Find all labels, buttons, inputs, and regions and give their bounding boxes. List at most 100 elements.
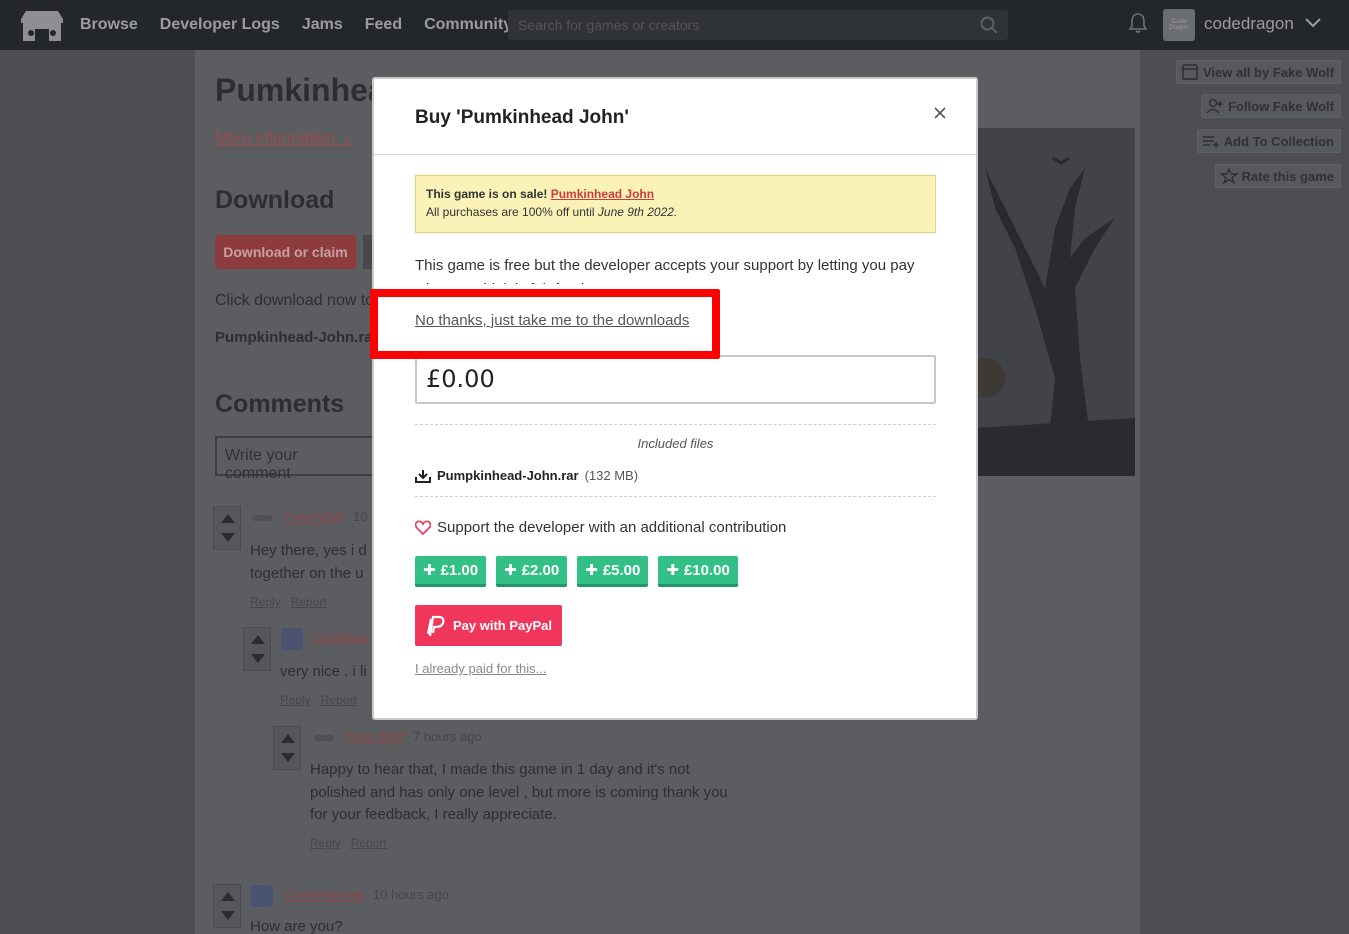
commenter-avatar[interactable] — [252, 515, 272, 521]
comment-input[interactable]: Write your comment — [215, 436, 375, 482]
modal-description: This game is free but the developer acce… — [415, 257, 915, 284]
add-list-icon — [1202, 136, 1219, 148]
already-paid-link[interactable]: I already paid for this... — [415, 661, 547, 676]
commenter-avatar[interactable] — [314, 735, 334, 741]
paypal-icon — [426, 615, 445, 636]
vote-widget[interactable] — [243, 627, 271, 671]
click-download-text: Click download now to — [215, 292, 375, 309]
reply-link[interactable]: Reply — [280, 693, 311, 707]
modal-title: Buy 'Pumkinhead John' — [415, 107, 629, 128]
pay-with-paypal-button[interactable]: Pay with PayPal — [415, 605, 562, 646]
commenter-avatar[interactable] — [281, 628, 303, 650]
comment-body: How are you? — [250, 916, 343, 934]
view-all-by-author-button[interactable]: View all by Fake Wolf — [1175, 60, 1341, 84]
comment-line: for your feedback, I really appreciate. — [310, 806, 557, 823]
search-icon[interactable] — [980, 16, 998, 34]
comment-author[interactable]: OmioRah — [314, 630, 369, 645]
sale-link[interactable]: Pumkinhead John — [551, 187, 654, 201]
comment-author[interactable]: Fake Wolf — [345, 729, 403, 744]
download-heading: Download — [215, 186, 335, 214]
comment-author[interactable]: OmioRahman — [285, 887, 365, 902]
comment-time: 10 — [353, 509, 368, 524]
follow-author-button[interactable]: Follow Fake Wolf — [1201, 94, 1341, 118]
price-input[interactable]: £0.00 — [415, 355, 936, 404]
support-contribution: Support the developer with an additional… — [415, 519, 786, 536]
reply-link[interactable]: Reply — [310, 836, 341, 850]
divider — [415, 424, 936, 425]
tip-1-button[interactable]: ✚ £1.00 — [415, 556, 487, 587]
commenter-avatar[interactable] — [251, 885, 273, 907]
comment-author[interactable]: Fake Wolf — [285, 509, 343, 524]
report-link[interactable]: Report — [351, 836, 387, 850]
search-input[interactable]: Search for games or creators — [508, 10, 1008, 40]
search-placeholder: Search for games or creators — [518, 17, 700, 33]
buy-modal: Buy 'Pumkinhead John' This game is on sa… — [372, 77, 978, 720]
comment-actions: Reply Report — [310, 836, 397, 850]
username[interactable]: codedragon — [1204, 14, 1294, 34]
nav-browse[interactable]: Browse — [80, 16, 138, 34]
button-label: Rate this game — [1241, 168, 1334, 184]
file-name: Pumpkinhead-John.rar — [437, 468, 579, 483]
comment-line: Hey there, yes i d — [250, 542, 367, 559]
game-title: Pumkinhea — [215, 72, 386, 108]
sale-prefix: This game is on sale! — [426, 187, 548, 201]
comment-line: Happy to hear that, I made this game in … — [310, 761, 690, 778]
vote-widget[interactable] — [213, 884, 241, 928]
vote-widget[interactable] — [273, 726, 301, 770]
button-label: Add To Collection — [1223, 133, 1334, 149]
nav-feed[interactable]: Feed — [365, 16, 402, 34]
avatar-text: Code Dragon — [1169, 19, 1189, 31]
download-or-claim-button[interactable]: Download or claim — [215, 235, 356, 269]
plus-icon: ✚ — [585, 562, 598, 579]
comment-line: very nice . i li — [280, 663, 367, 680]
included-file-row: Pumpkinhead-John.rar (132 MB) — [415, 468, 638, 483]
nav-jams[interactable]: Jams — [302, 16, 343, 34]
comment-time: 7 hours ago — [413, 729, 482, 744]
store-icon — [1181, 64, 1199, 80]
paypal-label: Pay with PayPal — [453, 618, 552, 633]
sale-date: June 9th 2022. — [597, 205, 678, 219]
user-avatar[interactable]: Code Dragon — [1163, 9, 1195, 41]
more-information-link[interactable]: More information ⌄ — [215, 128, 353, 148]
button-label: Follow Fake Wolf — [1228, 98, 1334, 114]
comment-time: 10 hours ago — [373, 887, 449, 902]
comment-line: How are you? — [250, 918, 343, 934]
support-text: Support the developer with an additional… — [437, 519, 787, 536]
comment-body: Happy to hear that, I made this game in … — [310, 759, 728, 827]
sale-text: All purchases are 100% off until — [426, 205, 595, 219]
top-navbar: Browse Developer Logs Jams Feed Communit… — [0, 0, 1349, 50]
comment-line: polished and has only one level , but mo… — [310, 783, 728, 801]
reply-link[interactable]: Reply — [250, 595, 281, 609]
plus-icon: ✚ — [423, 562, 436, 579]
included-files-label: Included files — [637, 436, 714, 451]
chevron-down-icon[interactable] — [1304, 14, 1322, 32]
report-link[interactable]: Report — [321, 693, 357, 707]
nav-community[interactable]: Community — [424, 16, 512, 34]
vote-widget[interactable] — [213, 506, 241, 550]
nav-developer-logs[interactable]: Developer Logs — [160, 16, 280, 34]
itchio-logo-icon[interactable] — [20, 9, 64, 41]
comment-actions: Reply Report — [250, 595, 337, 609]
notification-bell-icon[interactable] — [1128, 12, 1148, 34]
comment-body: Hey there, yes i d together on the u — [250, 540, 367, 585]
tip-label: £5.00 — [602, 561, 641, 579]
more-info-text: More information — [215, 130, 336, 147]
plus-icon: ✚ — [504, 562, 517, 579]
tip-10-button[interactable]: ✚ £10.00 — [658, 556, 738, 587]
tip-buttons: ✚ £1.00 ✚ £2.00 ✚ £5.00 ✚ £10.00 — [415, 556, 738, 587]
comment-actions: Reply Report — [280, 693, 367, 707]
no-thanks-download-link[interactable]: No thanks, just take me to the downloads — [415, 312, 689, 329]
button-label: View all by Fake Wolf — [1202, 64, 1334, 80]
rate-game-button[interactable]: Rate this game — [1214, 164, 1341, 188]
tip-5-button[interactable]: ✚ £5.00 — [577, 556, 649, 587]
report-link[interactable]: Report — [291, 595, 327, 609]
add-user-icon — [1206, 98, 1224, 114]
add-to-collection-button[interactable]: Add To Collection — [1196, 129, 1341, 153]
download-file-name: Pumpkinhead-John.rar — [215, 329, 379, 346]
tip-label: £2.00 — [521, 561, 560, 579]
plus-icon: ✚ — [666, 562, 679, 579]
comments-heading: Comments — [215, 390, 345, 418]
close-icon[interactable] — [930, 103, 950, 123]
tip-2-button[interactable]: ✚ £2.00 — [496, 556, 568, 587]
sale-notice: This game is on sale! Pumkinhead John Al… — [415, 175, 936, 233]
